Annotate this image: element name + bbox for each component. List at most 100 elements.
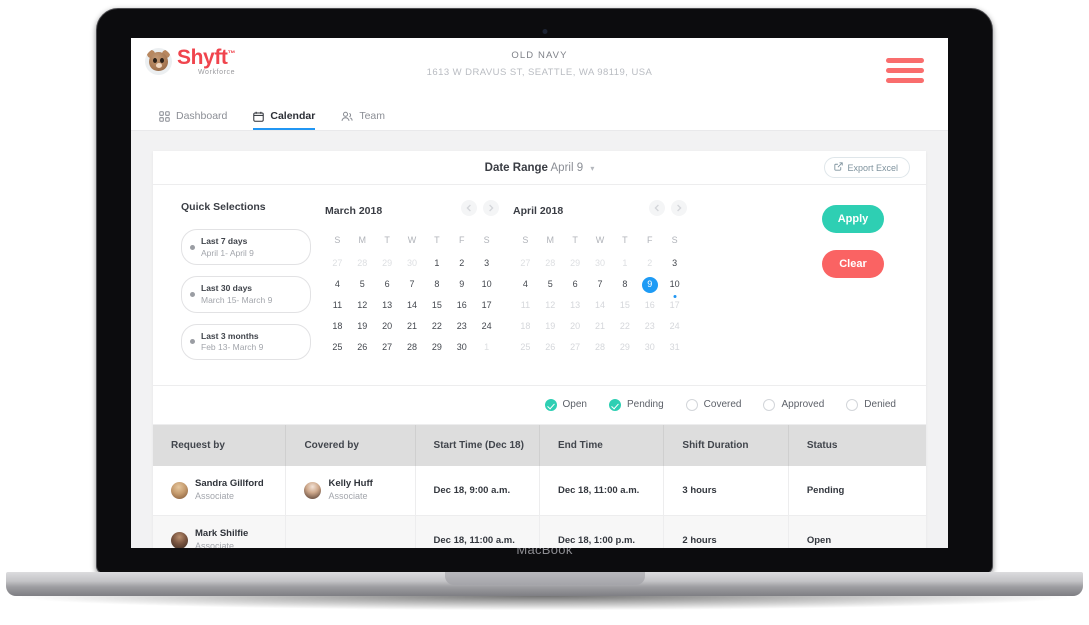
calendar-day[interactable]: 30 bbox=[449, 339, 474, 356]
hamburger-icon[interactable] bbox=[886, 58, 924, 83]
calendar-day[interactable]: 28 bbox=[538, 255, 563, 272]
calendar-day[interactable]: 7 bbox=[400, 276, 425, 293]
calendar-day[interactable]: 29 bbox=[612, 339, 637, 356]
chevron-right-icon[interactable] bbox=[671, 200, 687, 216]
calendar-day[interactable]: 28 bbox=[588, 339, 613, 356]
calendar-day[interactable]: 17 bbox=[474, 297, 499, 314]
calendar-day[interactable]: 22 bbox=[424, 318, 449, 335]
calendar-day[interactable]: 12 bbox=[350, 297, 375, 314]
date-range-selector[interactable]: Date Range April 9 ▾ bbox=[485, 162, 595, 174]
calendar-day[interactable]: 1 bbox=[612, 255, 637, 272]
calendar-day[interactable]: 27 bbox=[563, 339, 588, 356]
calendar-day[interactable]: 15 bbox=[424, 297, 449, 314]
calendar-day[interactable]: 11 bbox=[513, 297, 538, 314]
calendar-day[interactable]: 25 bbox=[513, 339, 538, 356]
status-filter-denied[interactable]: Denied bbox=[846, 398, 896, 411]
calendar-day[interactable]: 4 bbox=[325, 276, 350, 293]
calendar-day[interactable]: 16 bbox=[449, 297, 474, 314]
calendar-day[interactable]: 14 bbox=[588, 297, 613, 314]
calendar-day[interactable]: 26 bbox=[350, 339, 375, 356]
table-row[interactable]: Sandra Gillford Associate Kelly Huff Ass… bbox=[153, 465, 926, 516]
tab-dashboard[interactable]: Dashboard bbox=[159, 110, 227, 130]
status-filter-open[interactable]: Open bbox=[544, 398, 587, 411]
calendar-day[interactable]: 23 bbox=[637, 318, 662, 335]
calendar-day[interactable]: 30 bbox=[400, 255, 425, 272]
tab-team[interactable]: Team bbox=[341, 110, 385, 130]
calendar-day[interactable]: 8 bbox=[424, 276, 449, 293]
calendar-day[interactable]: 14 bbox=[400, 297, 425, 314]
calendar-day[interactable]: 8 bbox=[612, 276, 637, 293]
calendar-day[interactable]: 13 bbox=[375, 297, 400, 314]
calendar-day[interactable]: 27 bbox=[375, 339, 400, 356]
calendar-day[interactable]: 10 bbox=[662, 276, 687, 298]
quick-selection-last-7-days[interactable]: Last 7 days April 1- April 9 bbox=[181, 229, 311, 266]
quick-selection-last-3-months[interactable]: Last 3 months Feb 13- March 9 bbox=[181, 323, 311, 360]
people-icon bbox=[341, 111, 353, 122]
calendar-day[interactable]: 1 bbox=[424, 255, 449, 272]
calendar-day[interactable]: 5 bbox=[538, 276, 563, 293]
calendar-day[interactable]: 25 bbox=[325, 339, 350, 356]
calendar-day[interactable]: 17 bbox=[662, 297, 687, 314]
calendar-day[interactable]: 31 bbox=[662, 339, 687, 356]
calendar-day[interactable]: 20 bbox=[375, 318, 400, 335]
calendar-day[interactable]: 27 bbox=[325, 255, 350, 272]
calendar-day[interactable]: 20 bbox=[563, 318, 588, 335]
calendar-day[interactable]: 29 bbox=[563, 255, 588, 272]
calendar-day[interactable]: 3 bbox=[662, 255, 687, 272]
calendar-day[interactable]: 15 bbox=[612, 297, 637, 314]
calendar-day[interactable]: 11 bbox=[325, 297, 350, 314]
dow-label: S bbox=[334, 235, 341, 245]
chevron-left-icon[interactable] bbox=[461, 200, 477, 216]
export-excel-button[interactable]: Export Excel bbox=[824, 157, 910, 178]
calendar-day[interactable]: 21 bbox=[400, 318, 425, 335]
calendar-day[interactable]: 19 bbox=[350, 318, 375, 335]
calendar-day[interactable]: 28 bbox=[400, 339, 425, 356]
calendar-day[interactable]: 18 bbox=[513, 318, 538, 335]
macbook-shadow bbox=[21, 596, 1068, 610]
calendar-day[interactable]: 10 bbox=[474, 276, 499, 293]
calendar-day[interactable]: 3 bbox=[474, 255, 499, 272]
calendar-day[interactable]: 16 bbox=[637, 297, 662, 314]
calendar-day[interactable]: 23 bbox=[449, 318, 474, 335]
calendar-day[interactable]: 24 bbox=[474, 318, 499, 335]
status-filter-covered[interactable]: Covered bbox=[685, 398, 741, 411]
calendar-day[interactable]: 26 bbox=[538, 339, 563, 356]
calendar-header: April 2018 bbox=[513, 200, 687, 221]
table-row[interactable]: Mark Shilfie Associate Dec 18, 11:00 a.m… bbox=[153, 515, 926, 548]
calendar-day[interactable]: 18 bbox=[325, 318, 350, 335]
calendar-day[interactable]: 2 bbox=[449, 255, 474, 272]
calendar-march: March 2018 S M T W T F S 27 28 29 30 1 2… bbox=[325, 200, 499, 371]
calendar-day[interactable]: 19 bbox=[538, 318, 563, 335]
calendar-day[interactable]: 27 bbox=[513, 255, 538, 272]
app-logo[interactable]: Shyft™ Workforce bbox=[145, 47, 236, 76]
calendar-day[interactable]: 2 bbox=[637, 255, 662, 272]
calendar-day[interactable]: 9 bbox=[449, 276, 474, 293]
calendar-day[interactable]: 29 bbox=[424, 339, 449, 356]
calendar-day[interactable]: 24 bbox=[662, 318, 687, 335]
calendar-day[interactable]: 21 bbox=[588, 318, 613, 335]
status-filter-pending[interactable]: Pending bbox=[608, 398, 664, 411]
calendar-day[interactable]: 28 bbox=[350, 255, 375, 272]
calendar-day[interactable]: 22 bbox=[612, 318, 637, 335]
cell-shift-duration: 2 hours bbox=[663, 515, 789, 548]
calendar-day[interactable]: 9 bbox=[637, 276, 662, 293]
apply-button[interactable]: Apply bbox=[822, 205, 884, 233]
chevron-left-icon[interactable] bbox=[649, 200, 665, 216]
calendar-day[interactable]: 6 bbox=[375, 276, 400, 293]
calendar-day[interactable]: 12 bbox=[538, 297, 563, 314]
calendar-day[interactable]: 13 bbox=[563, 297, 588, 314]
chevron-right-icon[interactable] bbox=[483, 200, 499, 216]
calendar-day[interactable]: 4 bbox=[513, 276, 538, 293]
status-filter-approved[interactable]: Approved bbox=[763, 398, 824, 411]
calendar-day[interactable]: 5 bbox=[350, 276, 375, 293]
calendar-day[interactable]: 30 bbox=[637, 339, 662, 356]
clear-button[interactable]: Clear bbox=[822, 250, 884, 278]
calendar-day[interactable]: 1 bbox=[474, 339, 499, 356]
calendar-day[interactable]: 29 bbox=[375, 255, 400, 272]
quick-selection-last-30-days[interactable]: Last 30 days March 15- March 9 bbox=[181, 276, 311, 313]
calendar-day[interactable]: 30 bbox=[588, 255, 613, 272]
quick-item-range: March 15- March 9 bbox=[201, 294, 273, 305]
calendar-day[interactable]: 6 bbox=[563, 276, 588, 293]
calendar-day[interactable]: 7 bbox=[588, 276, 613, 293]
tab-calendar[interactable]: Calendar bbox=[253, 110, 316, 130]
